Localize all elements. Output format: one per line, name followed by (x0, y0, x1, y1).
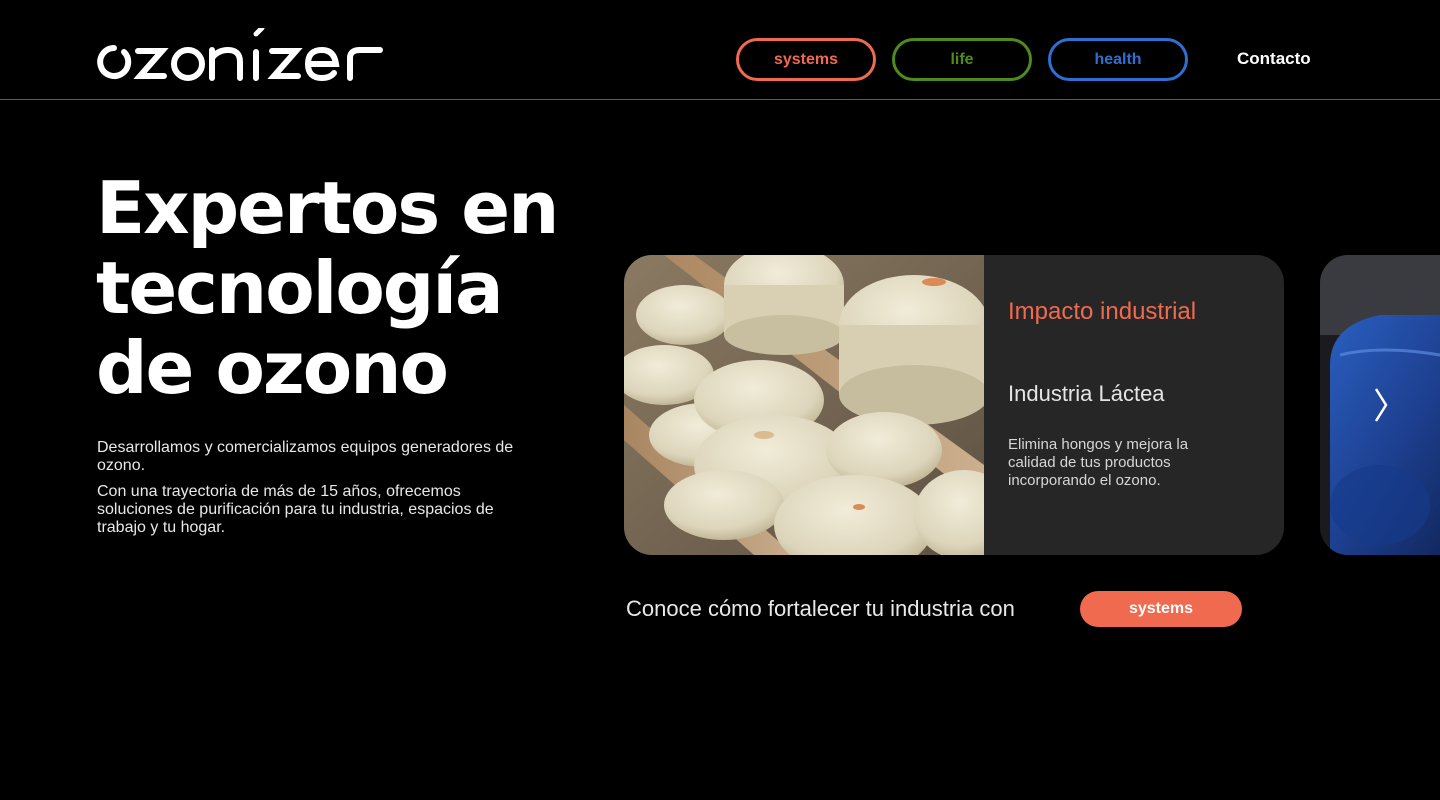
hero-title-line-3: de ozono (96, 326, 449, 410)
card-description: Elimina hongos y mejora la calidad de tu… (1008, 436, 1189, 489)
cta-text: Conoce cómo fortalecer tu industria con (626, 596, 1015, 621)
chevron-right-icon[interactable] (1368, 382, 1394, 428)
hero-title: Expertos en tecnología de ozono (96, 168, 576, 408)
card-eyebrow: Impacto industrial (1008, 298, 1197, 325)
nav-systems-button[interactable]: systems (736, 38, 876, 81)
hero-title-line-1: Expertos en (96, 166, 559, 250)
card-title: Industria Láctea (1008, 381, 1165, 406)
nav-life-button[interactable]: life (892, 38, 1032, 81)
hero-description-2: Con una trayectoria de más de 15 años, o… (97, 483, 494, 536)
site-header: systems life health Contacto (0, 0, 1440, 100)
nav-contact-link[interactable]: Contacto (1237, 49, 1311, 69)
cheese-shelves-image (624, 255, 1014, 555)
nav-health-button[interactable]: health (1048, 38, 1188, 81)
industry-card[interactable]: Impacto industrial Industria Láctea Elim… (624, 255, 1284, 555)
hero-description-1: Desarrollamos y comercializamos equipos … (97, 439, 514, 474)
ozonizer-logo[interactable] (96, 25, 384, 82)
hero-title-line-2: tecnología (96, 246, 504, 330)
cta-systems-button[interactable]: systems (1080, 591, 1242, 627)
